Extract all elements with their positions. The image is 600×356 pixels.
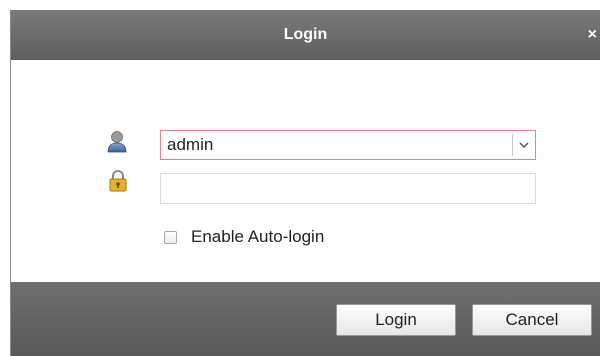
cancel-button[interactable]: Cancel [472,304,592,336]
username-combobox[interactable] [160,130,536,160]
username-input[interactable] [161,131,509,159]
dialog-title: Login [283,26,328,43]
auto-login-checkbox[interactable] [164,230,177,244]
lock-icon [108,169,130,193]
user-icon [106,130,128,154]
login-dialog: Login × admin Enable Auto-login Login Ca… [10,10,600,356]
chevron-down-icon[interactable] [513,131,535,159]
auto-login-option[interactable]: Enable Auto-login [164,226,324,248]
dialog-body: Enable Auto-login [11,60,600,283]
password-input[interactable] [160,173,536,204]
auto-login-label: Enable Auto-login [191,227,325,246]
close-button[interactable]: × [588,10,597,60]
dialog-footer: Login Cancel [11,282,600,356]
login-button[interactable]: Login [336,304,456,336]
title-bar[interactable]: Login × [11,10,600,60]
